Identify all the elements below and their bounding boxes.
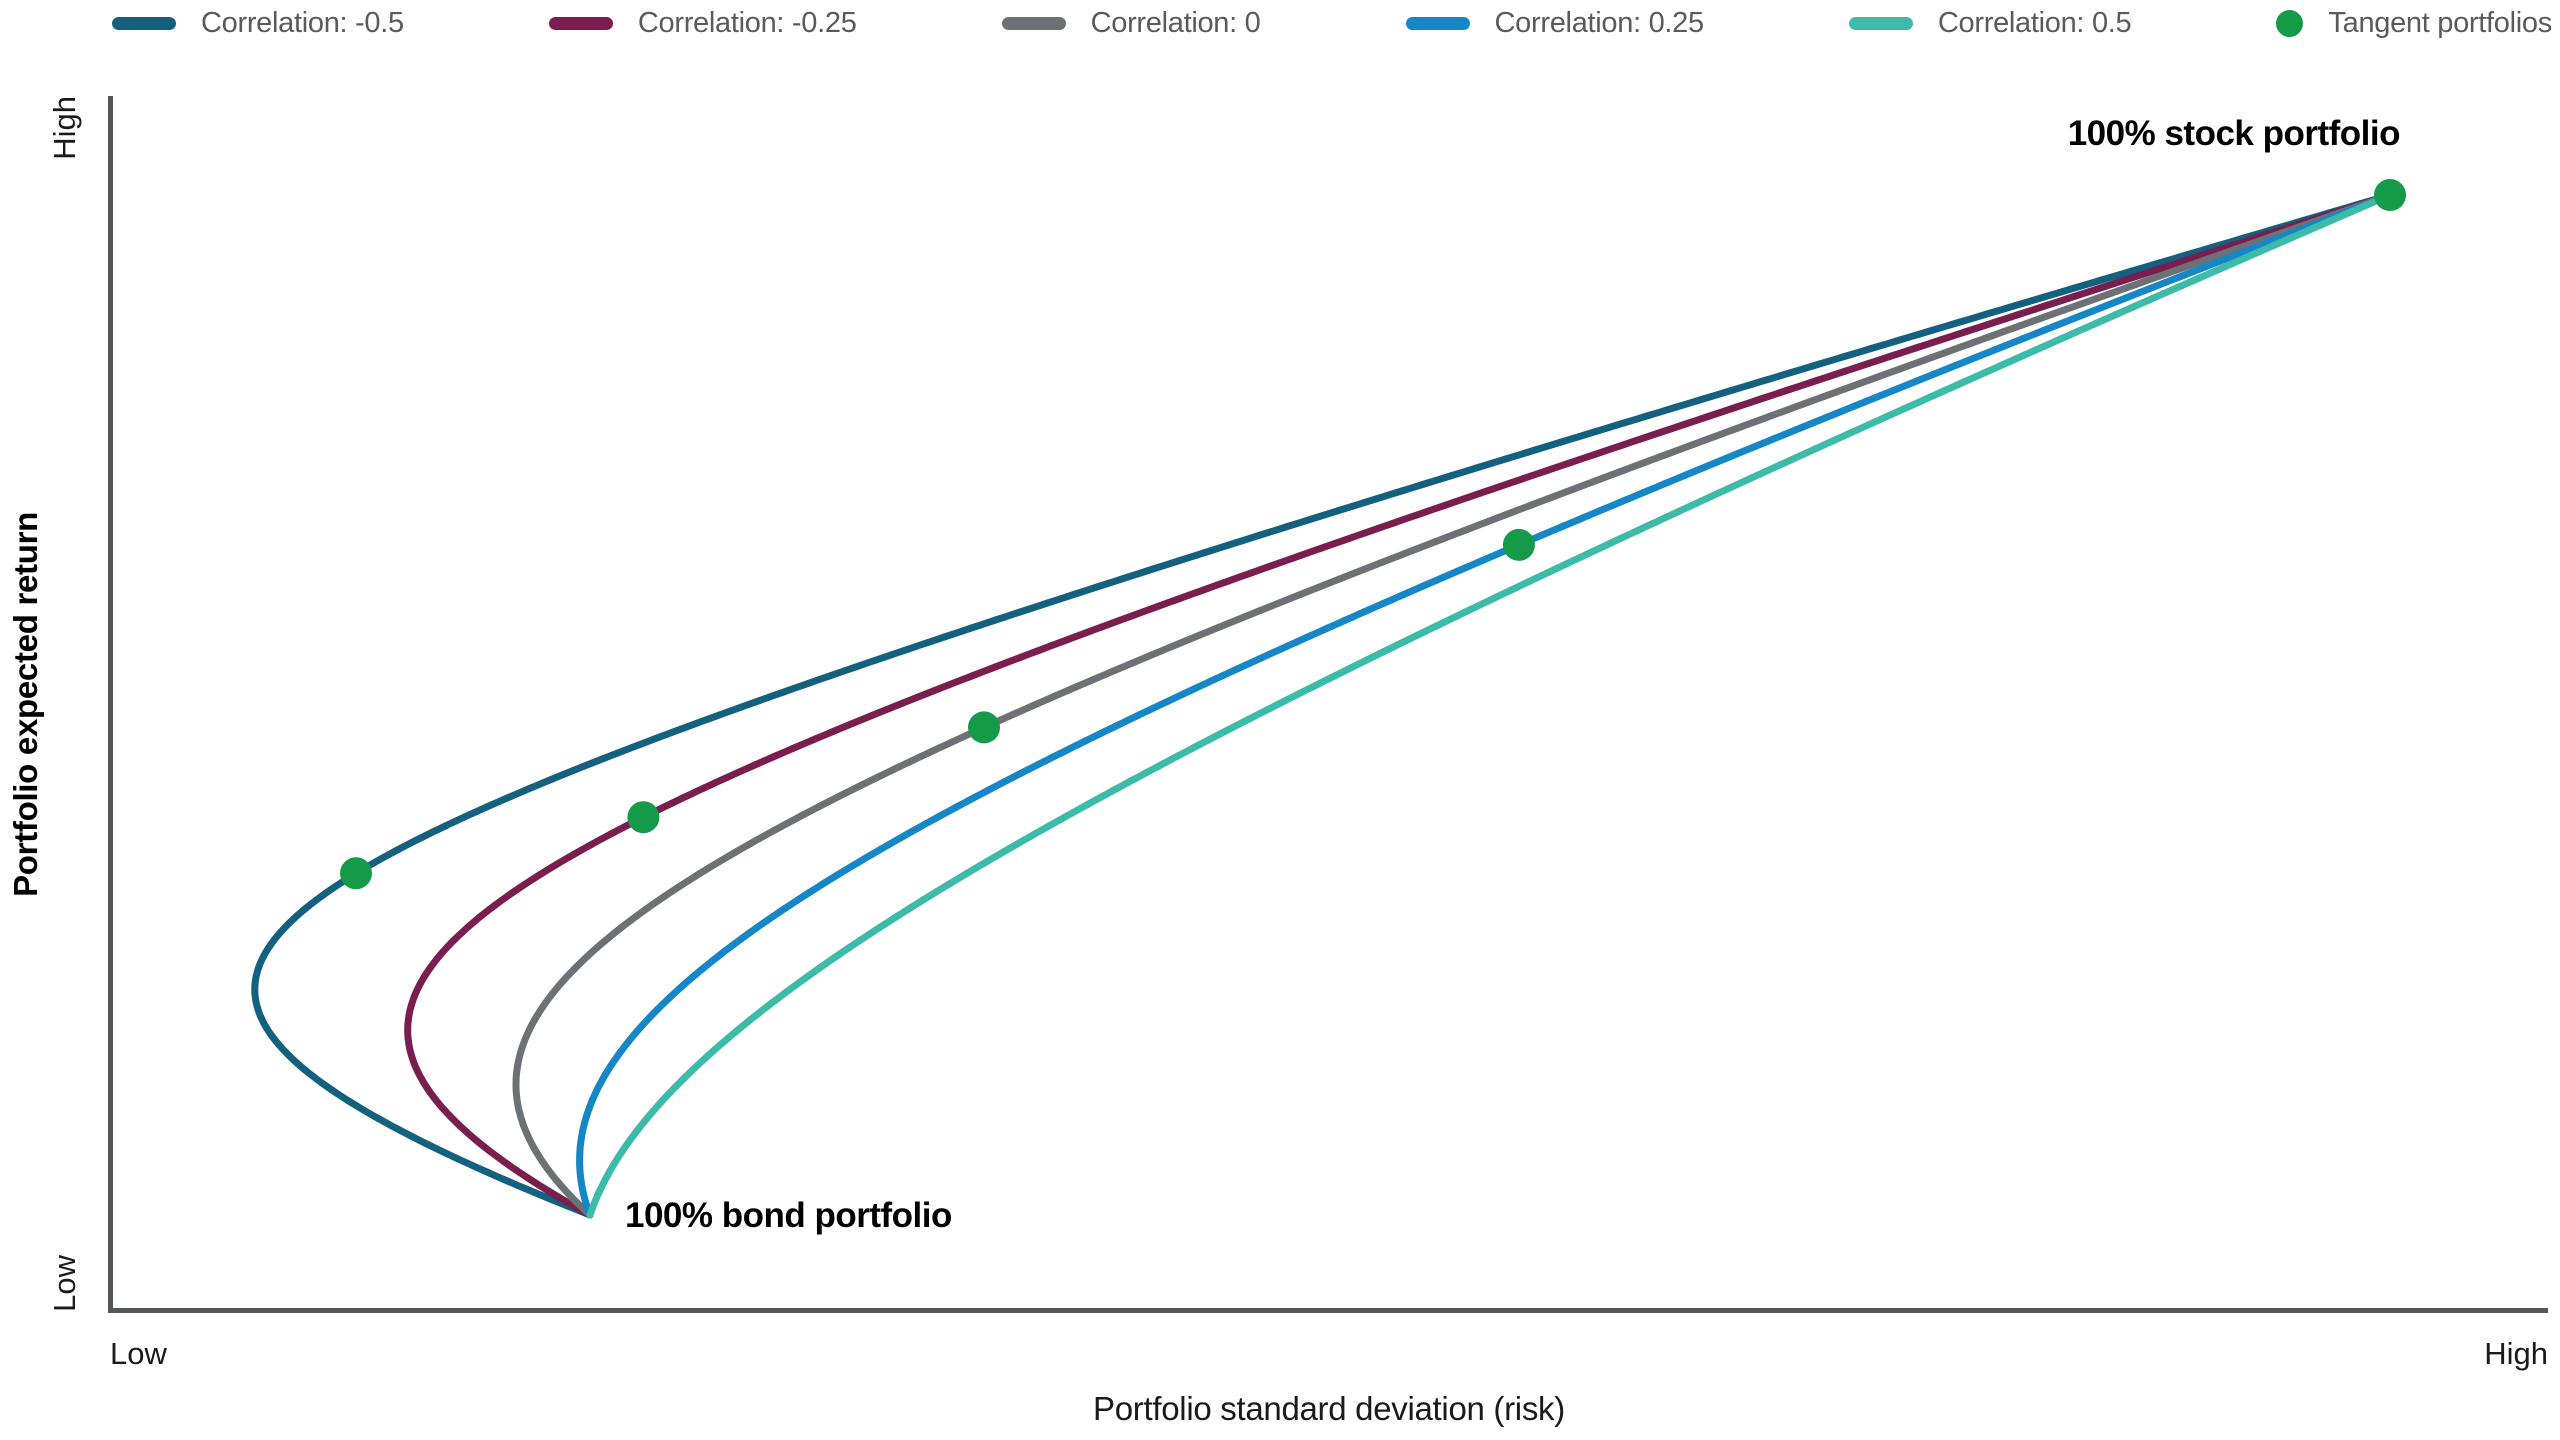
y-axis-spine: [108, 96, 113, 1313]
plot-area: [0, 0, 2560, 1440]
tangent-portfolio-dot-4: [2374, 179, 2406, 211]
tangent-portfolio-dots: [340, 179, 2406, 889]
tangent-portfolio-dot-0: [340, 857, 372, 889]
y-axis-title: Portfolio expected return: [7, 512, 45, 897]
curve-correlation--0.5: [255, 195, 2390, 1215]
y-tick-low: Low: [47, 1255, 83, 1312]
curve-correlation-0: [516, 195, 2390, 1215]
curve-correlation-0.5: [590, 195, 2390, 1215]
frontier-curves: [255, 195, 2390, 1215]
x-axis-title: Portfolio standard deviation (risk): [110, 1390, 2548, 1428]
curve-correlation-0.25: [580, 195, 2390, 1215]
y-axis-ticks: High Low: [44, 96, 86, 1312]
y-axis-title-wrap: Portfolio expected return: [4, 96, 48, 1312]
x-axis-ticks: Low High: [110, 1336, 2548, 1372]
annotation-bond-portfolio: 100% bond portfolio: [625, 1196, 952, 1236]
tangent-portfolio-dot-2: [968, 711, 1000, 743]
chart-figure: Correlation: -0.5Correlation: -0.25Corre…: [0, 0, 2560, 1440]
x-tick-high: High: [2484, 1336, 2548, 1372]
x-tick-low: Low: [110, 1336, 167, 1372]
tangent-portfolio-dot-3: [1503, 529, 1535, 561]
x-axis-spine: [108, 1308, 2548, 1313]
annotation-stock-portfolio: 100% stock portfolio: [2068, 114, 2400, 154]
tangent-portfolio-dot-1: [627, 801, 659, 833]
y-tick-high: High: [47, 96, 83, 160]
